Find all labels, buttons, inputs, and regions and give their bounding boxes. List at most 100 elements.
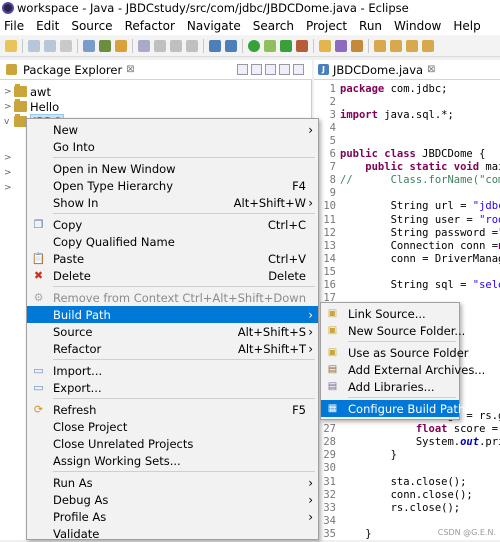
code-line[interactable]: 10 String url = "jdbc (314, 200, 500, 213)
build-icon[interactable] (83, 40, 95, 52)
editor-tab[interactable]: J JBDCDome.java ⊠ (314, 60, 500, 80)
expand-arrow-icon[interactable]: > (4, 183, 12, 193)
expand-arrow-icon[interactable]: > (4, 153, 12, 163)
word-wrap-icon[interactable] (186, 40, 198, 52)
code-line[interactable]: 27 float score = (314, 423, 500, 436)
menu-refactor[interactable]: Refactor (125, 19, 175, 33)
next-annotation-icon[interactable] (374, 40, 386, 52)
code-line[interactable]: 29 } (314, 449, 500, 462)
code-line[interactable]: 28 System.out.pri (314, 436, 500, 449)
code-line[interactable]: 8// Class.forName("com (314, 174, 500, 187)
tree-item-awt[interactable]: > awt (4, 84, 51, 99)
menu-item-source[interactable]: SourceAlt+Shift+S› (27, 323, 318, 340)
run-icon[interactable] (248, 40, 260, 52)
code-line[interactable]: 2 (314, 95, 500, 108)
print-icon[interactable] (60, 40, 72, 52)
menu-help[interactable]: Help (453, 19, 480, 33)
forward-icon[interactable] (422, 40, 434, 52)
view-menu-icon[interactable] (265, 64, 276, 75)
tree-item-hello[interactable]: > Hello (4, 99, 59, 114)
expand-arrow-icon[interactable]: > (4, 102, 12, 112)
menu-item-paste[interactable]: 📋PasteCtrl+V (27, 250, 318, 267)
code-line[interactable]: 12 String password =" (314, 226, 500, 239)
code-line[interactable]: 15 (314, 265, 500, 278)
code-line[interactable]: 31 sta.close(); (314, 475, 500, 488)
run-dropdown-icon[interactable] (264, 40, 276, 52)
code-line[interactable]: 3import java.sql.*; (314, 108, 500, 121)
submenu-item-configure-build-path[interactable]: ▦Configure Build Path... (321, 400, 459, 417)
menu-item-delete[interactable]: ✖DeleteDelete (27, 267, 318, 284)
menu-item-go-into[interactable]: Go Into (27, 138, 318, 155)
coverage-icon[interactable] (280, 40, 292, 52)
menu-item-new[interactable]: New› (27, 121, 318, 138)
submenu-item-add-external-archives[interactable]: ▤Add External Archives... (321, 361, 459, 378)
code-line[interactable]: 4 (314, 121, 500, 134)
code-line[interactable]: 6public class JBDCDome { (314, 148, 500, 161)
tree-child-row[interactable]: > (4, 150, 14, 165)
menu-item-copy[interactable]: ❐CopyCtrl+C (27, 216, 318, 233)
menu-item-import[interactable]: ▭Import... (27, 362, 318, 379)
expand-arrow-icon[interactable]: > (4, 87, 12, 97)
minimize-icon[interactable] (279, 64, 290, 75)
menu-item-refactor[interactable]: RefactorAlt+Shift+T› (27, 340, 318, 357)
expand-arrow-icon[interactable]: > (4, 168, 12, 178)
open-type-icon[interactable] (319, 40, 331, 52)
tree-child-row[interactable]: > (4, 180, 14, 195)
task-icon[interactable] (115, 40, 127, 52)
link-editor-icon[interactable] (251, 64, 262, 75)
tree-child-row[interactable]: > (4, 165, 14, 180)
code-editor[interactable]: J JBDCDome.java ⊠ 1package com.jdbc;23im… (314, 60, 500, 540)
collapse-all-icon[interactable] (237, 64, 248, 75)
menu-search[interactable]: Search (253, 19, 294, 33)
block-selection-icon[interactable] (154, 40, 166, 52)
breakpoint-icon[interactable] (209, 40, 221, 52)
prev-annotation-icon[interactable] (390, 40, 402, 52)
menu-navigate[interactable]: Navigate (187, 19, 241, 33)
menu-item-build-path[interactable]: Build Path› (27, 306, 318, 323)
menu-item-export[interactable]: ▭Export... (27, 379, 318, 396)
close-icon[interactable]: ⊠ (126, 64, 134, 75)
skip-breakpoints-icon[interactable] (225, 40, 237, 52)
submenu-item-add-libraries[interactable]: ▤Add Libraries... (321, 378, 459, 395)
menu-item-debug-as[interactable]: Debug As› (27, 491, 318, 508)
menu-file[interactable]: File (4, 19, 24, 33)
menu-edit[interactable]: Edit (36, 19, 59, 33)
menu-item-show-in[interactable]: Show InAlt+Shift+W› (27, 194, 318, 211)
maximize-icon[interactable] (293, 64, 304, 75)
menu-run[interactable]: Run (359, 19, 382, 33)
code-line[interactable]: 11 String user = "roo (314, 213, 500, 226)
menu-item-run-as[interactable]: Run As› (27, 474, 318, 491)
code-line[interactable]: 5 (314, 134, 500, 147)
close-icon[interactable]: ⊠ (427, 64, 435, 75)
code-line[interactable]: 16 String sql = "sele (314, 279, 500, 292)
code-line[interactable]: 34 (314, 514, 500, 527)
back-icon[interactable] (406, 40, 418, 52)
code-line[interactable]: 1package com.jdbc; (314, 82, 500, 95)
menu-item-refresh[interactable]: ⟳RefreshF5 (27, 401, 318, 418)
menu-window[interactable]: Window (394, 19, 441, 33)
menu-item-open-in-new-window[interactable]: Open in New Window (27, 160, 318, 177)
submenu-item-use-as-source-folder[interactable]: ▣Use as Source Folder (321, 344, 459, 361)
code-line[interactable]: 33 rs.close(); (314, 501, 500, 514)
code-line[interactable]: 32 conn.close(); (314, 488, 500, 501)
menu-item-close-unrelated-projects[interactable]: Close Unrelated Projects (27, 435, 318, 452)
code-line[interactable]: 30 (314, 462, 500, 475)
code-line[interactable]: 9 (314, 187, 500, 200)
package-explorer-tab[interactable]: Package Explorer ⊠ (0, 60, 312, 80)
save-all-icon[interactable] (44, 40, 56, 52)
save-icon[interactable] (28, 40, 40, 52)
code-line[interactable]: 7 public static void mai (314, 161, 500, 174)
submenu-item-new-source-folder[interactable]: ▣New Source Folder... (321, 322, 459, 339)
debug-toggle-icon[interactable] (99, 40, 111, 52)
annotation-icon[interactable] (138, 40, 150, 52)
menu-item-assign-working-sets[interactable]: Assign Working Sets... (27, 452, 318, 469)
code-line[interactable]: 14 conn = DriverManag (314, 252, 500, 265)
menu-item-validate[interactable]: Validate (27, 525, 318, 542)
collapse-arrow-icon[interactable]: v (4, 117, 12, 127)
menu-item-close-project[interactable]: Close Project (27, 418, 318, 435)
code-line[interactable]: 13 Connection conn =n (314, 239, 500, 252)
menu-item-copy-qualified-name[interactable]: Copy Qualified Name (27, 233, 318, 250)
new-icon[interactable] (5, 40, 17, 52)
search-icon[interactable] (351, 40, 363, 52)
menu-item-open-type-hierarchy[interactable]: Open Type HierarchyF4 (27, 177, 318, 194)
